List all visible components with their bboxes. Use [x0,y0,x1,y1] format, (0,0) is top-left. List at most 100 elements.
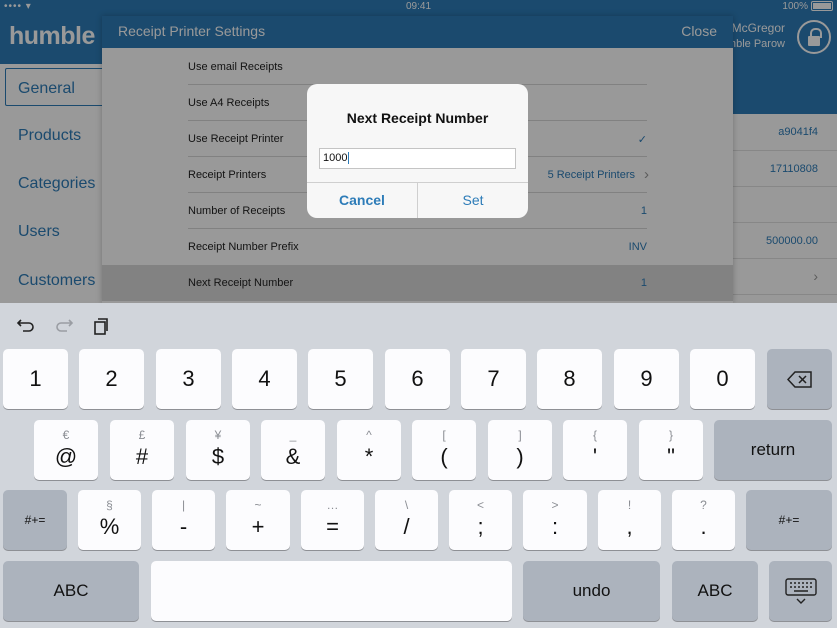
abc-key-right[interactable]: ABC [672,561,758,621]
key-label: @ [54,444,78,469]
symbols-shift-key-right[interactable]: #+= [746,490,832,550]
key-label: ) [516,444,524,469]
key-label: return [750,440,796,459]
key-apostrophe[interactable]: {' [563,420,627,480]
key-label: - [179,514,188,539]
key-alt-label: ! [627,498,632,512]
key-alt-label: § [106,498,113,512]
undo-icon[interactable] [15,315,37,337]
key-label: ABC [697,581,733,600]
key-alt-label: £ [138,428,146,442]
key-0[interactable]: 0 [690,349,755,409]
key-label: undo [572,581,611,600]
key-alt-label: ] [518,428,522,442]
key-6[interactable]: 6 [385,349,450,409]
key-comma[interactable]: !, [598,490,661,550]
key-label: + [251,514,265,539]
key-label: #+= [778,513,800,527]
key-label: ; [477,514,484,539]
key-colon[interactable]: >: [523,490,587,550]
paste-icon[interactable] [90,315,112,337]
key-alt-label: > [551,498,559,512]
keyboard-toolbar [0,303,837,347]
backspace-key[interactable] [767,349,832,409]
key-1[interactable]: 1 [3,349,68,409]
symbols-shift-key-left[interactable]: #+= [3,490,67,550]
key-alt-label: ? [700,498,707,512]
undo-key[interactable]: undo [523,561,660,621]
key-label: ABC [53,581,89,600]
key-4[interactable]: 4 [232,349,297,409]
key-label: 2 [105,366,118,391]
key-asterisk[interactable]: ^ * [337,420,401,480]
receipt-number-input[interactable]: 1000 [319,148,516,169]
key-7[interactable]: 7 [461,349,526,409]
key-label: : [551,514,559,539]
backspace-icon [787,371,812,388]
key-label: % [99,514,120,539]
key-percent[interactable]: §% [78,490,141,550]
key-label: & [285,444,301,469]
key-alt-label: ~ [254,498,262,512]
space-key[interactable] [151,561,512,621]
key-label: , [626,514,633,539]
key-5[interactable]: 5 [308,349,373,409]
key-label: ( [440,444,448,469]
key-minus[interactable]: | - [152,490,215,550]
key-label: 6 [411,366,424,391]
key-8[interactable]: 8 [537,349,602,409]
next-receipt-number-dialog: Next Receipt Number 1000 Cancel Set [307,84,528,218]
return-key[interactable]: return [714,420,832,480]
key-label: 8 [563,366,576,391]
key-3[interactable]: 3 [156,349,221,409]
key-label: = [326,514,339,539]
key-at[interactable]: € @ [34,420,98,480]
key-2[interactable]: 2 [79,349,144,409]
key-alt-label: ¥ [214,428,222,442]
abc-key-left[interactable]: ABC [3,561,139,621]
key-dollar[interactable]: ¥ $ [186,420,250,480]
key-label: / [403,514,410,539]
key-open-paren[interactable]: [( [412,420,476,480]
key-label: 3 [182,366,195,391]
key-alt-label: \ [404,498,409,512]
key-alt-label: [ [442,428,446,442]
cancel-button[interactable]: Cancel [307,182,417,218]
key-label: 0 [716,366,729,391]
key-label: " [667,444,675,469]
key-label: $ [211,444,225,469]
key-hash[interactable]: £ # [110,420,174,480]
key-label: 5 [334,366,347,391]
key-label: # [135,444,149,469]
key-label: 1 [29,366,42,391]
key-label: 7 [487,366,500,391]
key-label: 4 [258,366,271,391]
key-alt-label: | [181,498,186,512]
key-ampersand[interactable]: _ & [261,420,325,480]
key-equals[interactable]: … = [301,490,364,550]
keyboard: 1 2 3 4 5 6 7 8 9 0 € @ £ # ¥ $ _ & ^ * [( ])… [0,303,837,628]
key-alt-label: } [668,428,673,442]
key-alt-label: € [62,428,70,442]
input-value: 1000 [323,152,348,164]
key-label: . [700,514,707,539]
key-plus[interactable]: ~ + [226,490,290,550]
set-button[interactable]: Set [418,182,528,218]
key-semicolon[interactable]: <; [449,490,512,550]
key-alt-label: … [326,498,339,512]
key-label: ' [592,444,598,469]
key-quote[interactable]: } " [639,420,703,480]
redo-icon[interactable] [53,315,75,337]
hide-keyboard-key[interactable] [769,561,832,621]
key-close-paren[interactable]: ]) [488,420,552,480]
text-caret [348,152,350,165]
key-9[interactable]: 9 [614,349,679,409]
dialog-title: Next Receipt Number [346,110,489,126]
key-alt-label: { [592,428,597,442]
key-period[interactable]: ?. [672,490,735,550]
key-slash[interactable]: \ / [375,490,438,550]
key-label: 9 [640,366,653,391]
key-label: #+= [24,513,46,527]
key-label: * [364,444,374,469]
key-alt-label: ^ [366,428,372,442]
